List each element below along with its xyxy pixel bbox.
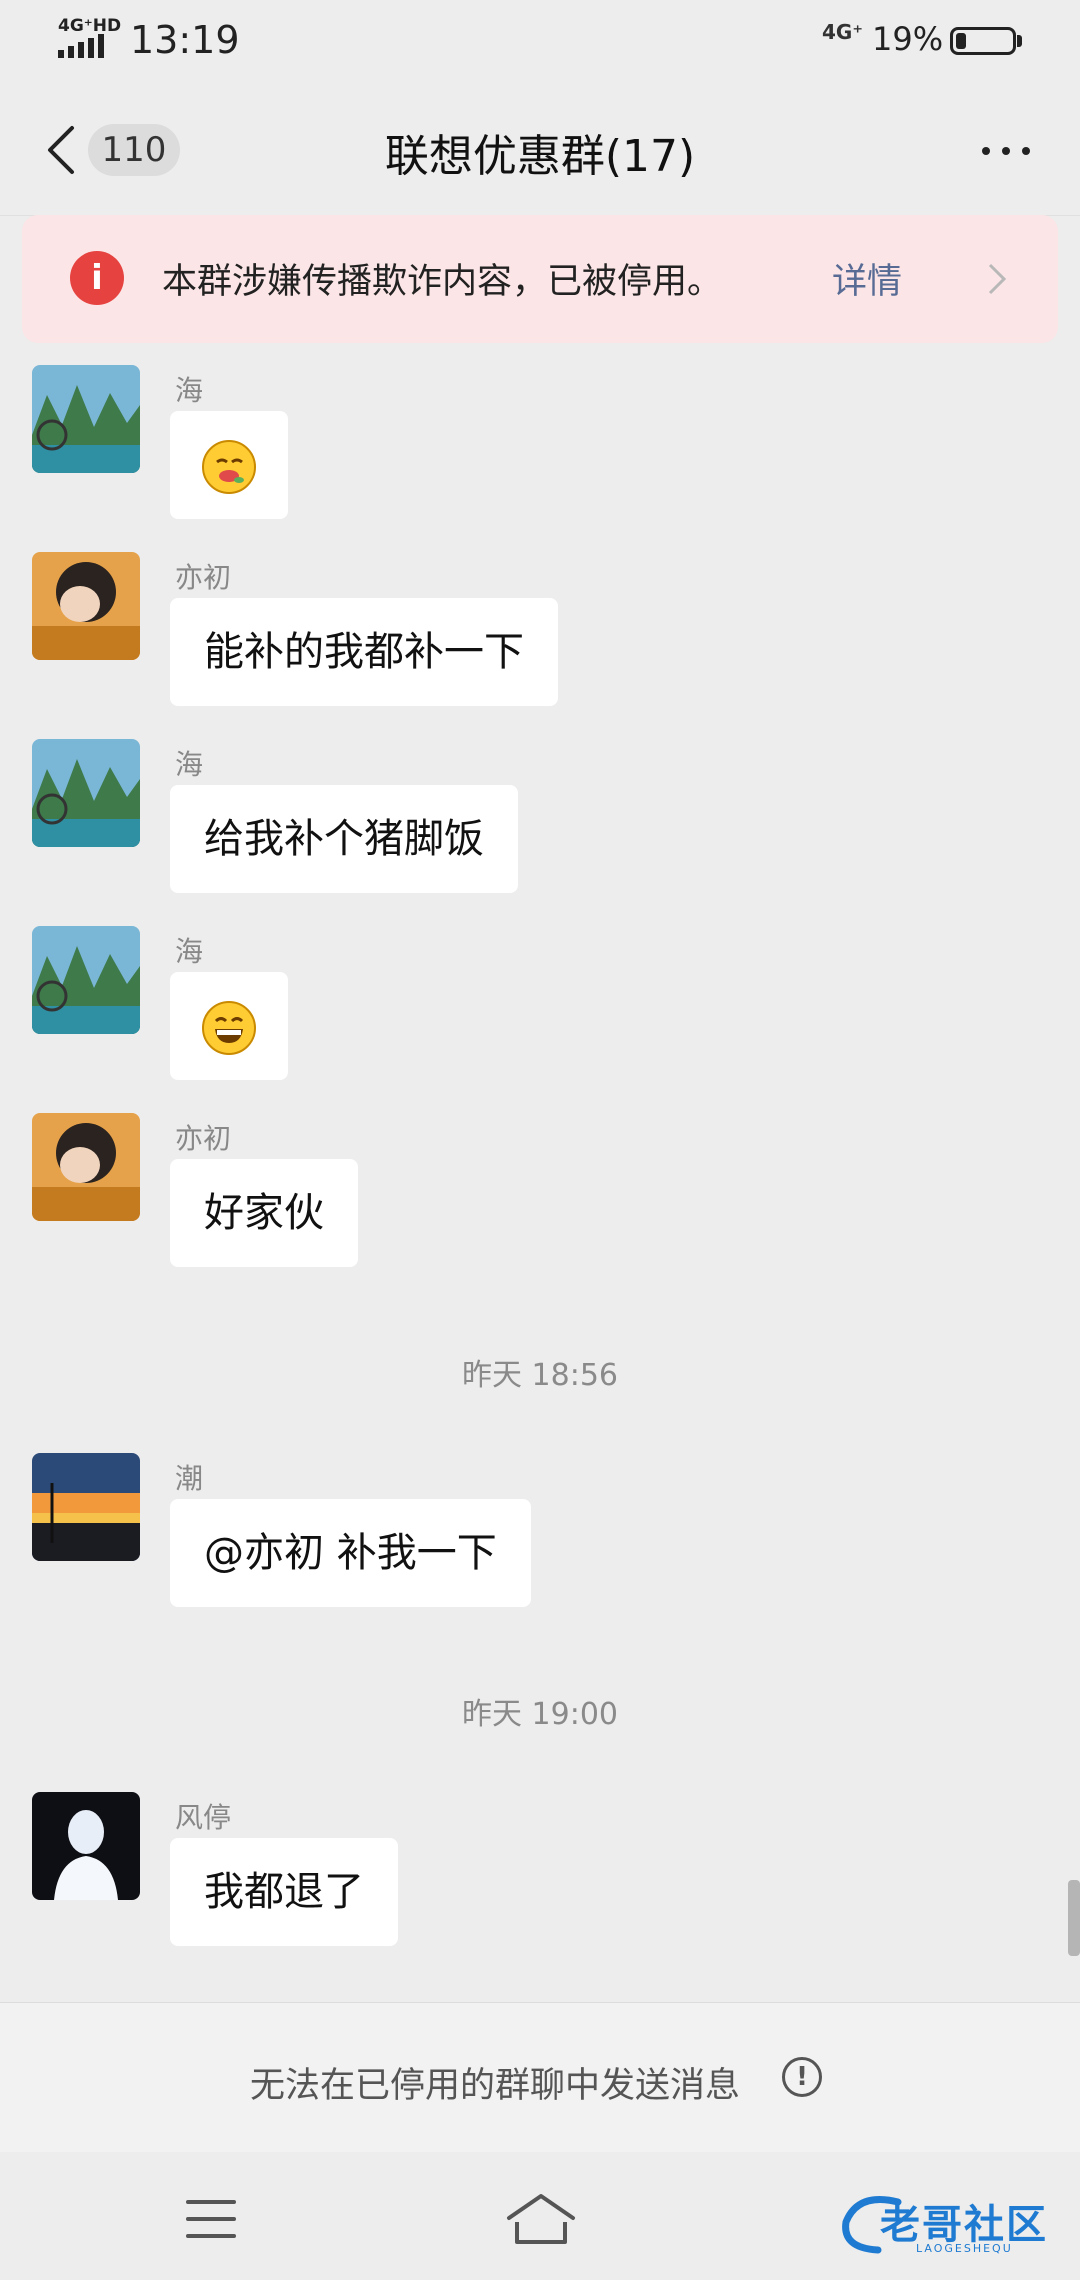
message-bubble[interactable]: 好家伙 bbox=[170, 1159, 358, 1267]
status-bar: 4G⁺HD 13:19 4G⁺ 19% bbox=[0, 0, 1080, 80]
message-row: 潮 @亦初 补我一下 bbox=[0, 1453, 1080, 1613]
message-bubble[interactable]: 能补的我都补一下 bbox=[170, 598, 558, 706]
smiling-face-emoji bbox=[202, 440, 256, 494]
sender-name: 海 bbox=[175, 935, 204, 968]
message-bubble[interactable]: 我都退了 bbox=[170, 1838, 398, 1946]
message-bubble[interactable] bbox=[170, 972, 288, 1080]
grinning-face-emoji bbox=[202, 1001, 256, 1055]
signal-label: 4G⁺HD bbox=[58, 16, 122, 36]
signal-icon bbox=[58, 34, 104, 58]
battery-percent: 19% bbox=[872, 20, 944, 58]
info-icon[interactable]: ! bbox=[782, 2057, 822, 2097]
avatar[interactable] bbox=[32, 1113, 140, 1221]
message-row: 亦初 好家伙 bbox=[0, 1113, 1080, 1273]
details-link[interactable]: 详情 bbox=[832, 253, 902, 304]
clock: 13:19 bbox=[130, 18, 240, 62]
chevron-right-icon bbox=[988, 263, 1007, 295]
message-row: 海 给我补个猪脚饭 bbox=[0, 739, 1080, 899]
avatar[interactable] bbox=[32, 739, 140, 847]
sender-name: 海 bbox=[175, 374, 204, 407]
scrollbar[interactable] bbox=[1068, 1880, 1080, 1956]
avatar[interactable] bbox=[32, 1453, 140, 1561]
message-timestamp: 昨天 18:56 bbox=[462, 1358, 618, 1393]
disabled-message: 无法在已停用的群聊中发送消息 bbox=[250, 2066, 741, 2106]
sender-name: 亦初 bbox=[175, 1122, 232, 1155]
sender-name: 潮 bbox=[175, 1462, 204, 1495]
avatar[interactable] bbox=[32, 552, 140, 660]
message-bubble[interactable]: 给我补个猪脚饭 bbox=[170, 785, 518, 893]
message-row: 海 bbox=[0, 365, 1080, 525]
network-type: 4G⁺ bbox=[822, 20, 863, 44]
message-row: 海 bbox=[0, 926, 1080, 1086]
message-bubble[interactable] bbox=[170, 411, 288, 519]
message-bubble[interactable]: @亦初 补我一下 bbox=[170, 1499, 531, 1607]
message-row: 亦初 能补的我都补一下 bbox=[0, 552, 1080, 712]
sender-name: 海 bbox=[175, 748, 204, 781]
sender-name: 亦初 bbox=[175, 561, 232, 594]
alert-icon: i bbox=[70, 251, 124, 305]
system-navigation: 老哥社区 LAOGESHEQU bbox=[0, 2152, 1080, 2280]
home-icon[interactable] bbox=[505, 2192, 577, 2246]
chat-header: 110 联想优惠群(17) bbox=[0, 80, 1080, 216]
banner-message: 本群涉嫌传播欺诈内容，已被停用。 bbox=[162, 262, 723, 302]
more-dots-icon[interactable] bbox=[978, 128, 1038, 172]
avatar[interactable] bbox=[32, 926, 140, 1034]
group-disabled-banner[interactable]: i 本群涉嫌传播欺诈内容，已被停用。 详情 bbox=[22, 215, 1058, 343]
battery-icon bbox=[950, 27, 1016, 55]
message-row: 风停 我都退了 bbox=[0, 1792, 1080, 1952]
avatar[interactable] bbox=[32, 365, 140, 473]
menu-icon[interactable] bbox=[186, 2200, 236, 2238]
battery-tip bbox=[1017, 35, 1022, 47]
watermark-subtext: LAOGESHEQU bbox=[916, 2242, 1013, 2255]
message-timestamp: 昨天 19:00 bbox=[462, 1697, 618, 1732]
sender-name: 风停 bbox=[175, 1801, 232, 1834]
chat-title: 联想优惠群(17) bbox=[384, 131, 696, 182]
disabled-input-area: 无法在已停用的群聊中发送消息 ! bbox=[0, 2002, 1080, 2153]
avatar[interactable] bbox=[32, 1792, 140, 1900]
watermark-logo: 老哥社区 LAOGESHEQU bbox=[838, 2182, 1066, 2262]
